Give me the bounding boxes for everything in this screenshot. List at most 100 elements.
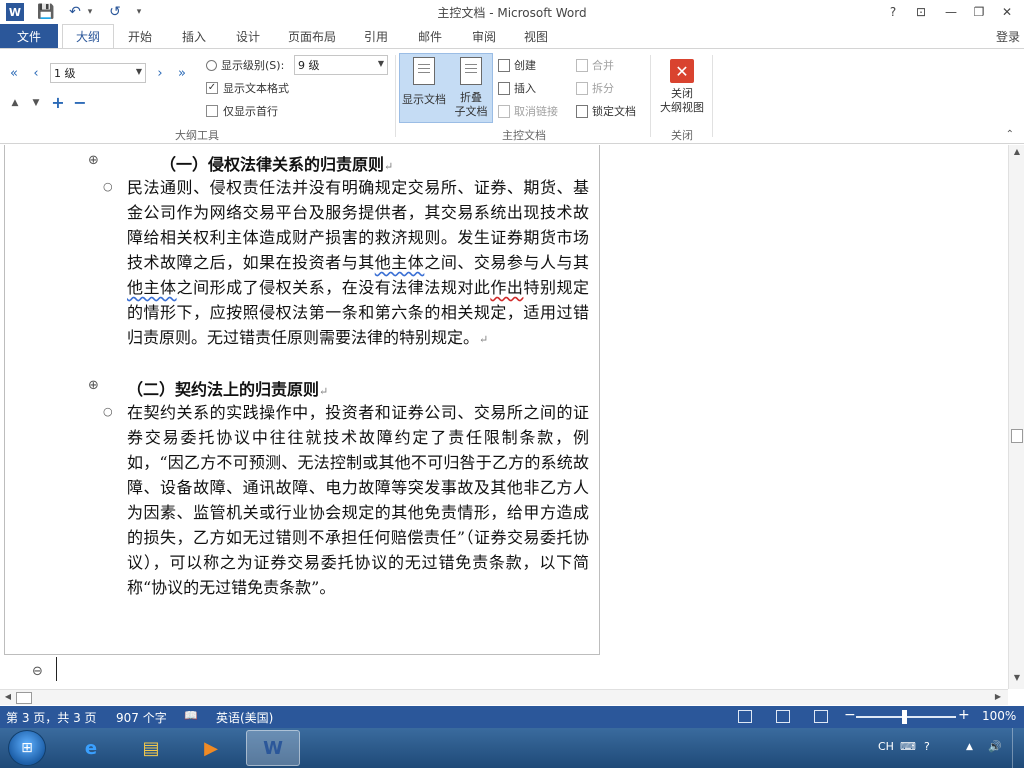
ribbon: « ‹ 1 级 ▼ › » ▲ ▼ + − 显示级别(S): 9 级 ▼ ✓ 显… bbox=[0, 48, 1024, 144]
volume-icon[interactable]: 🔊 bbox=[988, 740, 1002, 753]
redo-icon[interactable]: ↺ bbox=[106, 3, 124, 21]
outline-body-bullet-icon[interactable]: ○ bbox=[103, 405, 113, 418]
outline-level-select[interactable]: 1 级 ▼ bbox=[50, 63, 146, 83]
read-mode-icon[interactable] bbox=[738, 710, 752, 723]
promote-icon[interactable]: ‹ bbox=[28, 65, 44, 81]
scroll-up-icon[interactable]: ▲ bbox=[1011, 147, 1023, 159]
web-layout-icon[interactable] bbox=[814, 710, 828, 723]
collapse-icon[interactable]: − bbox=[72, 93, 88, 112]
close-outline-view-button[interactable]: ✕ 关闭 大纲视图 bbox=[656, 57, 708, 123]
zoom-slider-thumb[interactable] bbox=[902, 710, 907, 724]
group-separator bbox=[395, 55, 396, 137]
undo-dropdown-icon[interactable]: ▾ bbox=[85, 3, 95, 21]
demote-icon[interactable]: › bbox=[152, 65, 168, 81]
create-icon bbox=[498, 58, 510, 72]
move-up-icon[interactable]: ▲ bbox=[7, 95, 23, 111]
zoom-level[interactable]: 100% bbox=[982, 709, 1016, 723]
heading-1-text: （一）侵权法律关系的归责原则 bbox=[160, 155, 385, 174]
lock-icon bbox=[576, 104, 588, 118]
minimize-button[interactable]: — bbox=[938, 2, 964, 22]
file-explorer-icon[interactable]: ▤ bbox=[124, 730, 178, 766]
outline-expand-plus-icon[interactable]: ⊕ bbox=[88, 153, 99, 168]
scroll-left-icon[interactable]: ◀ bbox=[2, 692, 14, 704]
keyboard-icon[interactable]: ⌨ bbox=[900, 740, 916, 753]
help-button[interactable]: ? bbox=[880, 2, 906, 22]
vertical-scroll-thumb[interactable] bbox=[1011, 429, 1023, 443]
ribbon-tabs: 文件 大纲 开始 插入 设计 页面布局 引用 邮件 审阅 视图 登录 bbox=[0, 24, 1024, 48]
save-icon[interactable]: 💾 bbox=[36, 3, 56, 21]
grammar-flagged-text: 他主体 bbox=[127, 278, 177, 297]
close-group-label: 关闭 bbox=[671, 129, 693, 142]
unlink-button[interactable]: 取消链接 bbox=[498, 103, 558, 119]
show-text-format-checkbox[interactable]: ✓ 显示文本格式 bbox=[206, 80, 289, 96]
split-button[interactable]: 拆分 bbox=[576, 80, 614, 96]
show-level-select[interactable]: 9 级 ▼ bbox=[294, 55, 388, 75]
tab-view[interactable]: 视图 bbox=[514, 24, 558, 48]
create-button[interactable]: 创建 bbox=[498, 57, 536, 73]
show-first-line-checkbox[interactable]: 仅显示首行 bbox=[206, 103, 278, 119]
collapse-label-line2: 子文档 bbox=[454, 105, 488, 118]
heading-1[interactable]: （一）侵权法律关系的归责原则↵ bbox=[160, 151, 393, 175]
tab-review[interactable]: 审阅 bbox=[462, 24, 506, 48]
collapse-label-line1: 折叠 bbox=[460, 91, 482, 104]
print-layout-icon[interactable] bbox=[776, 710, 790, 723]
undo-icon[interactable]: ↶ bbox=[66, 3, 84, 21]
show-desktop-button[interactable] bbox=[1012, 728, 1024, 768]
sign-in-link[interactable]: 登录 bbox=[996, 28, 1020, 45]
proofing-icon[interactable]: 📖 bbox=[184, 709, 198, 722]
outline-expand-plus-icon[interactable]: ⊕ bbox=[88, 378, 99, 393]
collapse-subdocuments-button[interactable]: 折叠 子文档 bbox=[450, 53, 492, 123]
window-title: 主控文档 - Microsoft Word bbox=[437, 6, 587, 20]
page-count[interactable]: 第 3 页，共 3 页 bbox=[6, 709, 97, 726]
status-bar: 第 3 页，共 3 页 907 个字 📖 英语(美国) − + 100% bbox=[0, 706, 1024, 728]
word-count[interactable]: 907 个字 bbox=[116, 709, 167, 726]
close-button[interactable]: ✕ bbox=[994, 2, 1020, 22]
vertical-scrollbar[interactable]: ▲ ▼ bbox=[1008, 145, 1024, 689]
lock-document-button[interactable]: 锁定文档 bbox=[576, 103, 636, 119]
tab-outline[interactable]: 大纲 bbox=[62, 24, 114, 48]
ribbon-display-options-button[interactable]: ⊡ bbox=[908, 2, 934, 22]
restore-button[interactable]: ❐ bbox=[966, 2, 992, 22]
para2-text: 在契约关系的实践操作中，投资者和证券公司、交易所之间的证券交易委托协议中往往就技… bbox=[127, 403, 589, 597]
move-down-icon[interactable]: ▼ bbox=[28, 95, 44, 111]
document-area[interactable]: ⊕ （一）侵权法律关系的归责原则↵ ○ 民法通则、侵权责任法并没有明确规定交易所… bbox=[0, 145, 1008, 689]
outline-body-bullet-icon[interactable]: ○ bbox=[103, 180, 113, 193]
lock-document-label: 锁定文档 bbox=[592, 105, 636, 118]
merge-label: 合并 bbox=[592, 59, 614, 72]
tab-file[interactable]: 文件 bbox=[0, 24, 58, 48]
demote-to-body-icon[interactable]: » bbox=[174, 65, 190, 81]
language-indicator[interactable]: 英语(美国) bbox=[216, 709, 273, 726]
expand-icon[interactable]: + bbox=[50, 93, 66, 112]
show-level-value: 9 级 bbox=[298, 59, 320, 72]
heading-2-text: （二）契约法上的归责原则 bbox=[127, 380, 320, 399]
tab-page-layout[interactable]: 页面布局 bbox=[280, 24, 344, 48]
word-app-icon[interactable]: W bbox=[6, 3, 24, 21]
help-icon[interactable]: ? bbox=[924, 740, 930, 753]
tab-insert[interactable]: 插入 bbox=[172, 24, 216, 48]
insert-subdocument-button[interactable]: 插入 bbox=[498, 80, 536, 96]
collapse-ribbon-icon[interactable]: ⌃ bbox=[1006, 129, 1014, 140]
body-paragraph-2[interactable]: 在契约关系的实践操作中，投资者和证券公司、交易所之间的证券交易委托协议中往往就技… bbox=[127, 400, 589, 600]
media-player-icon[interactable]: ▶ bbox=[184, 730, 238, 766]
horizontal-scrollbar[interactable]: ◀ ▶ bbox=[0, 689, 1008, 705]
input-language[interactable]: CH bbox=[878, 740, 894, 753]
word-taskbar-icon[interactable]: W bbox=[246, 730, 300, 766]
show-hidden-icons-icon[interactable]: ▲ bbox=[966, 742, 973, 752]
customize-quick-access-icon[interactable]: ▾ bbox=[134, 3, 144, 21]
scroll-right-icon[interactable]: ▶ bbox=[992, 692, 1004, 704]
tab-references[interactable]: 引用 bbox=[354, 24, 398, 48]
internet-explorer-icon[interactable]: e bbox=[64, 730, 118, 766]
merge-button[interactable]: 合并 bbox=[576, 57, 614, 73]
outline-collapse-minus-icon[interactable]: ⊖ bbox=[32, 664, 43, 679]
tab-home[interactable]: 开始 bbox=[118, 24, 162, 48]
tab-mailings[interactable]: 邮件 bbox=[408, 24, 452, 48]
zoom-out-button[interactable]: − bbox=[844, 707, 856, 723]
heading-2[interactable]: （二）契约法上的归责原则↵ bbox=[127, 376, 328, 400]
tab-design[interactable]: 设计 bbox=[226, 24, 270, 48]
horizontal-scroll-thumb[interactable] bbox=[16, 692, 32, 704]
scroll-down-icon[interactable]: ▼ bbox=[1011, 673, 1023, 685]
body-paragraph-1[interactable]: 民法通则、侵权责任法并没有明确规定交易所、证券、期货、基金公司作为网络交易平台及… bbox=[127, 175, 589, 352]
zoom-in-button[interactable]: + bbox=[958, 707, 970, 723]
start-button[interactable]: ⊞ bbox=[8, 730, 46, 766]
promote-to-heading1-icon[interactable]: « bbox=[6, 65, 22, 81]
